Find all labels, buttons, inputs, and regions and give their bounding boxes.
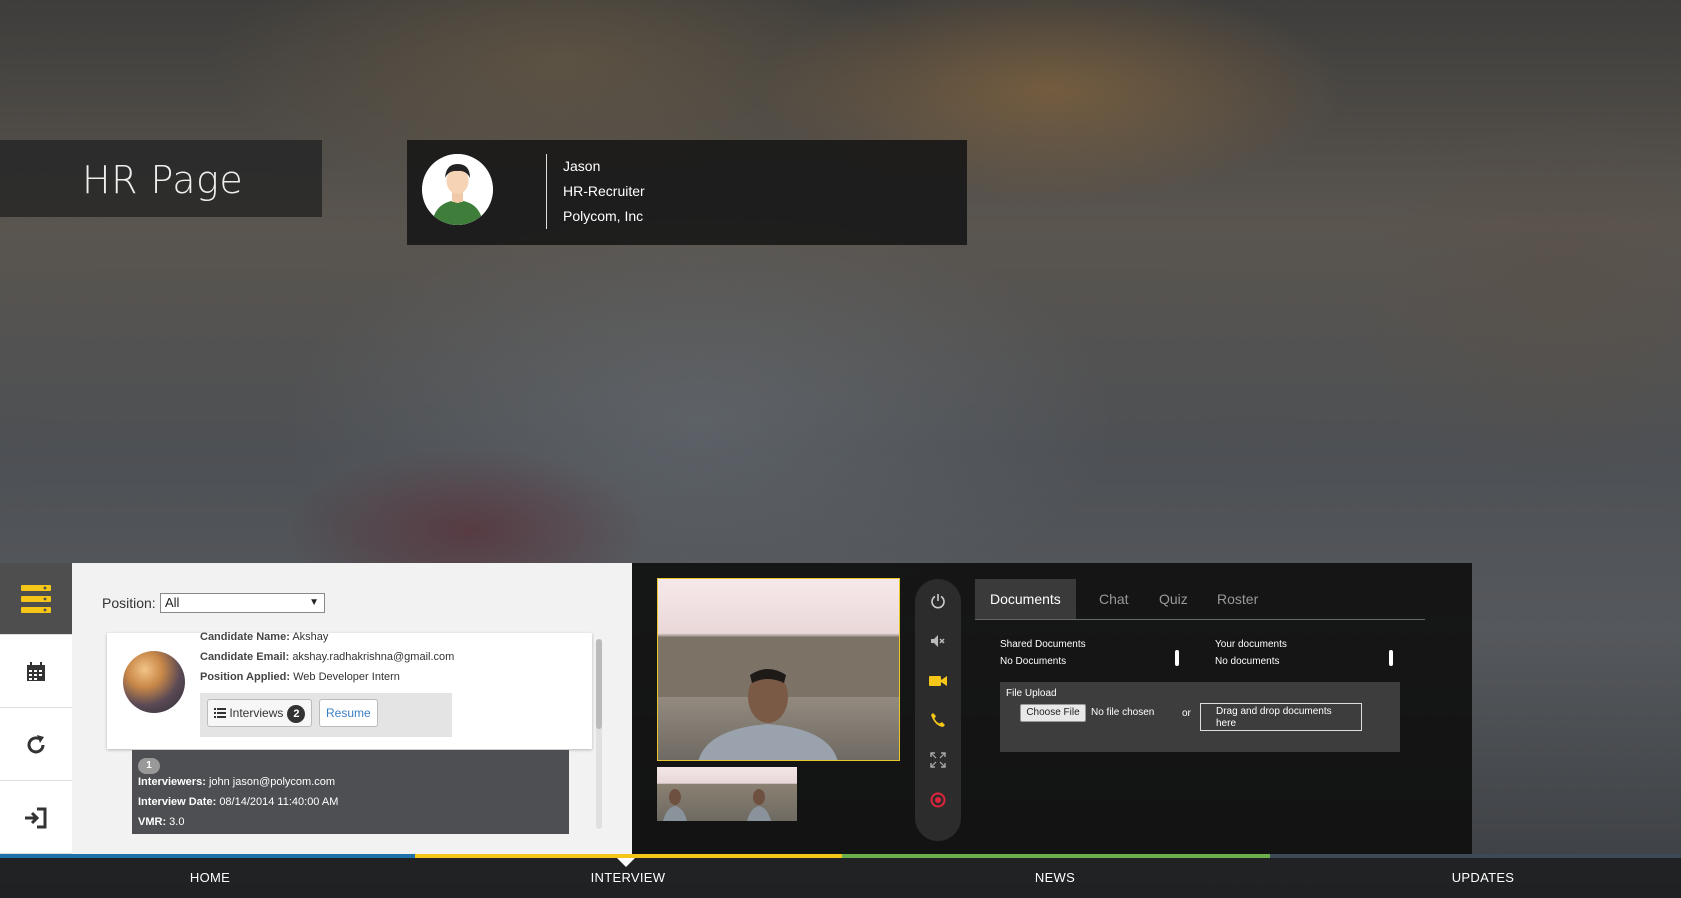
nav-news[interactable]: NEWS <box>845 870 1265 885</box>
mute-icon <box>931 635 945 647</box>
scrollbar-thumb[interactable] <box>596 639 602 729</box>
phone-icon <box>931 713 945 727</box>
shared-documents-scrollbar[interactable] <box>1175 650 1179 666</box>
main-video[interactable] <box>657 578 900 761</box>
participant-thumbnail[interactable] <box>727 767 797 821</box>
interviews-count-badge: 2 <box>287 705 306 723</box>
list-icon <box>21 584 51 613</box>
active-nav-caret <box>617 858 635 867</box>
tab-divider <box>975 619 1425 620</box>
tab-roster[interactable]: Roster <box>1202 579 1273 619</box>
camera-button[interactable] <box>928 671 948 691</box>
nav-interview[interactable]: INTERVIEW <box>418 870 838 885</box>
power-icon <box>931 594 945 609</box>
interviews-button-label: Interviews <box>229 706 284 720</box>
login-icon <box>25 807 47 828</box>
chevron-down-icon: ▼ <box>309 597 319 608</box>
shared-documents-empty: No Documents <box>1000 656 1067 667</box>
profile-name: Jason <box>563 158 601 174</box>
your-documents-empty: No documents <box>1215 656 1280 667</box>
page-title: HR Page <box>82 158 244 202</box>
tab-quiz[interactable]: Quiz <box>1144 579 1203 619</box>
bottom-nav: HOME INTERVIEW NEWS UPDATES <box>0 854 1681 898</box>
candidate-position-row: Position Applied: Web Developer Intern <box>200 671 400 683</box>
page-title-box: HR Page <box>0 140 322 217</box>
camera-icon <box>929 676 947 686</box>
record-icon <box>930 792 946 808</box>
video-conference-pane: Documents Chat Quiz Roster Shared Docume… <box>632 563 1472 854</box>
list-scrollbar[interactable] <box>596 639 602 829</box>
mute-button[interactable] <box>928 631 948 651</box>
record-button[interactable] <box>928 790 948 810</box>
profile-company: Polycom, Inc <box>563 208 644 224</box>
sidebar-item-refresh[interactable] <box>0 709 72 781</box>
nav-home[interactable]: HOME <box>0 870 420 885</box>
interview-number-badge: 1 <box>138 758 160 774</box>
list-icon <box>214 708 226 718</box>
choose-file-button[interactable]: Choose File <box>1020 704 1086 722</box>
sidebar-item-calendar[interactable] <box>0 636 72 708</box>
sidebar <box>0 563 80 854</box>
sidebar-item-login[interactable] <box>0 782 72 854</box>
fullscreen-button[interactable] <box>928 750 948 770</box>
nav-strip-home <box>0 854 415 858</box>
power-button[interactable] <box>928 591 948 611</box>
interview-detail: 1 Interviewers: john jason@polycom.com I… <box>132 750 569 834</box>
interview-panel: Position: All ▼ Candidate Name: Akshay C… <box>0 563 1472 854</box>
interviewers-row: Interviewers: john jason@polycom.com <box>138 776 336 788</box>
position-select[interactable]: All ▼ <box>160 593 325 613</box>
participant-thumbnail[interactable] <box>657 767 727 821</box>
no-file-label: No file chosen <box>1091 707 1155 718</box>
your-documents-scrollbar[interactable] <box>1389 650 1393 666</box>
resume-button[interactable]: Resume <box>319 699 378 727</box>
file-upload-title: File Upload <box>1006 688 1057 699</box>
position-select-value: All <box>165 595 180 610</box>
candidate-actions: Interviews 2 Resume <box>200 693 452 737</box>
fullscreen-icon <box>930 752 946 768</box>
profile-role: HR-Recruiter <box>563 183 645 199</box>
candidate-name-row: Candidate Name: Akshay <box>200 631 329 643</box>
nav-strip-news <box>842 854 1270 858</box>
tab-chat[interactable]: Chat <box>1084 579 1144 619</box>
shared-documents-title: Shared Documents <box>1000 639 1086 650</box>
candidate-email-row: Candidate Email: akshay.radhakrishna@gma… <box>200 651 455 663</box>
tab-documents[interactable]: Documents <box>975 579 1076 619</box>
nav-strip-updates <box>1270 854 1681 858</box>
call-controls <box>915 579 961 841</box>
file-upload-box: File Upload Choose File No file chosen o… <box>1000 682 1400 752</box>
or-label: or <box>1182 708 1191 719</box>
candidate-card[interactable]: Candidate Name: Akshay Candidate Email: … <box>107 631 592 749</box>
side-tabs: Documents Chat Quiz Roster Shared Docume… <box>975 579 1425 839</box>
calendar-icon <box>27 661 45 681</box>
your-documents-title: Your documents <box>1215 639 1287 650</box>
interviews-button[interactable]: Interviews 2 <box>207 699 313 727</box>
phone-button[interactable] <box>928 710 948 730</box>
vmr-row: VMR: 3.0 <box>138 816 185 828</box>
position-filter-label: Position: <box>102 595 156 611</box>
sidebar-item-list[interactable] <box>0 563 80 635</box>
avatar <box>422 154 493 225</box>
interview-date-row: Interview Date: 08/14/2014 11:40:00 AM <box>138 796 339 808</box>
candidate-list-pane: Position: All ▼ Candidate Name: Akshay C… <box>72 563 632 854</box>
nav-updates[interactable]: UPDATES <box>1273 870 1681 885</box>
profile-divider <box>546 154 547 229</box>
drop-zone[interactable]: Drag and drop documents here <box>1200 703 1362 731</box>
candidate-photo <box>123 651 185 713</box>
user-profile-card: Jason HR-Recruiter Polycom, Inc <box>407 140 967 245</box>
refresh-icon <box>27 734 45 753</box>
